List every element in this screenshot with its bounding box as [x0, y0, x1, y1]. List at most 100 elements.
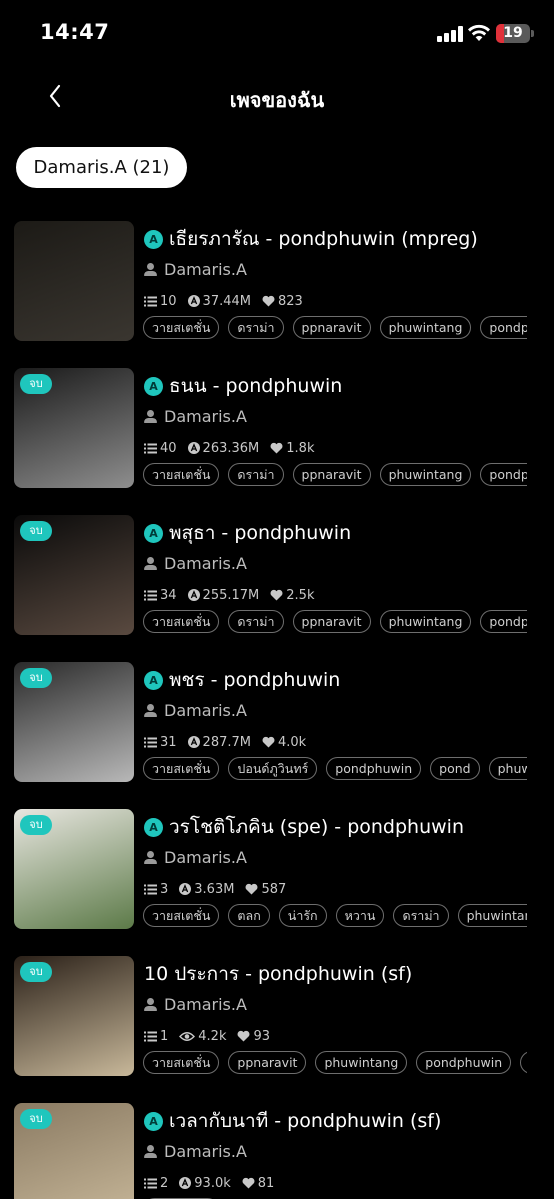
tag-chip[interactable]: ดราม่า — [228, 610, 284, 633]
tag-chip[interactable]: phuwintang — [379, 463, 472, 486]
tag-chip[interactable]: ดราม่า — [393, 904, 449, 927]
tag-chip[interactable]: วายสเตชั่น — [143, 904, 220, 927]
story-author[interactable]: Damaris.A — [144, 406, 247, 428]
chapters-list-icon — [144, 296, 157, 307]
tag-chip[interactable]: บุ — [520, 1051, 527, 1074]
finished-badge: จบ — [20, 815, 52, 835]
battery-icon: 19 — [496, 24, 530, 43]
tag-chip[interactable]: วายสเตชั่น — [143, 610, 220, 633]
chapter-count-value: 34 — [160, 588, 177, 603]
view-count-value: 93.0k — [194, 1176, 231, 1191]
tag-chip[interactable]: phuwintang — [379, 316, 472, 339]
story-author[interactable]: Damaris.A — [144, 553, 247, 575]
story-author[interactable]: Damaris.A — [144, 259, 247, 281]
story-title-text: พสุธา - pondphuwin — [169, 522, 352, 544]
story-cover-image[interactable]: จบ — [14, 662, 134, 782]
story-title[interactable]: A เธียรภารัณ - pondphuwin (mpreg) — [144, 225, 544, 253]
tag-chip[interactable]: ppnaravit — [292, 316, 371, 339]
view-count-value: 4.2k — [198, 1029, 227, 1044]
view-count-value: 287.7M — [202, 735, 251, 750]
story-author[interactable]: Damaris.A — [144, 994, 247, 1016]
like-count-value: 823 — [277, 294, 303, 309]
tag-chip[interactable]: pondphuwin — [480, 610, 527, 633]
story-author[interactable]: Damaris.A — [144, 1141, 247, 1163]
story-cover-image[interactable]: จบ — [14, 809, 134, 929]
status-bar: 14:47 19 — [0, 0, 554, 66]
person-icon — [144, 704, 157, 717]
author-name: Damaris.A — [164, 995, 247, 1014]
story-author[interactable]: Damaris.A — [144, 847, 247, 869]
tag-chip[interactable]: วายสเตชั่น — [143, 463, 220, 486]
story-item[interactable]: จบ A วรโชติโภคิน (spe) - pondphuwin Damaris… — [0, 809, 554, 931]
story-tags: วายสเตชั่น ปอนด์ภูวินทร์ pondphuwin pond phu… — [143, 757, 527, 781]
story-cover-image[interactable]: จบ — [14, 515, 134, 635]
story-stats: 1 4.2k 93 — [144, 1028, 281, 1046]
tag-chip[interactable]: วายสเตชั่น — [143, 757, 220, 780]
tag-chip[interactable]: pond — [430, 757, 480, 780]
a-badge-icon: A — [144, 230, 163, 249]
tag-chip[interactable]: ppnaravit — [228, 1051, 307, 1074]
story-tags: วายสเตชั่น ตลก น่ารัก หวาน ดราม่า phuwintang — [143, 904, 527, 928]
tag-chip[interactable]: pondphuwin — [326, 757, 422, 780]
story-item[interactable]: จบ A เวลากับนาที - pondphuwin (sf) Damaris.… — [0, 1103, 554, 1199]
author-filter-chip[interactable]: Damaris.A (21) — [16, 147, 187, 188]
story-title[interactable]: A พชร - pondphuwin — [144, 666, 544, 694]
story-item[interactable]: จบ A พชร - pondphuwin Damaris.A 31 287.7M 4.0k… — [0, 662, 554, 784]
story-cover-image[interactable] — [14, 221, 134, 341]
chapter-count: 2 — [144, 1175, 168, 1193]
tag-chip[interactable]: ปอนด์ภูวินทร์ — [228, 757, 318, 780]
tag-chip[interactable]: ppnaravit — [292, 463, 371, 486]
story-item[interactable]: A เธียรภารัณ - pondphuwin (mpreg) Damaris.… — [0, 221, 554, 343]
tag-chip[interactable]: หวาน — [335, 904, 385, 927]
chapter-count-value: 2 — [160, 1176, 169, 1191]
finished-badge: จบ — [20, 521, 52, 541]
tag-chip[interactable]: วายสเตชั่น — [143, 1051, 220, 1074]
heart-icon — [270, 589, 283, 601]
status-time: 14:47 — [40, 20, 110, 44]
tag-chip[interactable]: phuwintang — [379, 610, 472, 633]
author-name: Damaris.A — [164, 1142, 247, 1161]
chapter-count-value: 10 — [160, 294, 177, 309]
tag-chip[interactable]: phuwin — [488, 757, 527, 780]
story-title[interactable]: A ธนน - pondphuwin — [144, 372, 544, 400]
heart-icon — [262, 295, 275, 307]
chapter-count-value: 31 — [160, 735, 177, 750]
view-count: 287.7M — [187, 734, 251, 752]
like-count-value: 93 — [253, 1029, 271, 1044]
tag-chip[interactable]: ppnaravit — [292, 610, 371, 633]
tag-chip[interactable]: phuwintang — [457, 904, 527, 927]
chapter-count: 3 — [144, 881, 168, 899]
story-item[interactable]: จบ 10 ประการ - pondphuwin (sf) Damaris.A 1 4… — [0, 956, 554, 1078]
chapters-list-icon — [144, 443, 157, 454]
tag-chip[interactable]: pondphuwin — [480, 316, 527, 339]
story-title[interactable]: A เวลากับนาที - pondphuwin (sf) — [144, 1107, 544, 1135]
views-a-icon — [187, 295, 200, 307]
story-title[interactable]: 10 ประการ - pondphuwin (sf) — [144, 960, 544, 988]
tag-chip[interactable]: ตลก — [228, 904, 270, 927]
view-count: 3.63M — [179, 881, 234, 899]
view-count-value: 263.36M — [202, 441, 260, 456]
story-cover-image[interactable]: จบ — [14, 1103, 134, 1199]
story-cover-image[interactable]: จบ — [14, 368, 134, 488]
story-author[interactable]: Damaris.A — [144, 700, 247, 722]
heart-icon — [242, 1177, 255, 1189]
story-stats: 2 93.0k 81 — [144, 1175, 285, 1193]
tag-chip[interactable]: pondphuwin — [416, 1051, 512, 1074]
tag-chip[interactable]: ดราม่า — [228, 316, 284, 339]
tag-chip[interactable]: phuwintang — [315, 1051, 408, 1074]
story-cover-image[interactable]: จบ — [14, 956, 134, 1076]
story-item[interactable]: จบ A พสุธา - pondphuwin Damaris.A 34 255.17M 2… — [0, 515, 554, 637]
tag-chip[interactable]: ดราม่า — [228, 463, 284, 486]
story-title[interactable]: A พสุธา - pondphuwin — [144, 519, 544, 547]
story-item[interactable]: จบ A ธนน - pondphuwin Damaris.A 40 263.36M 1.8… — [0, 368, 554, 490]
tag-chip[interactable]: น่ารัก — [278, 904, 327, 927]
heart-icon — [238, 1030, 250, 1042]
person-icon — [144, 557, 157, 570]
finished-badge: จบ — [20, 1109, 52, 1129]
tag-chip[interactable]: pondphuwin — [480, 463, 527, 486]
story-title[interactable]: A วรโชติโภคิน (spe) - pondphuwin — [144, 813, 544, 841]
view-count-value: 37.44M — [202, 294, 251, 309]
story-tags: วายสเตชั่น ppnaravit phuwintang pondphuwin บ… — [143, 1051, 527, 1075]
tag-chip[interactable]: วายสเตชั่น — [143, 316, 220, 339]
heart-icon — [270, 442, 283, 454]
